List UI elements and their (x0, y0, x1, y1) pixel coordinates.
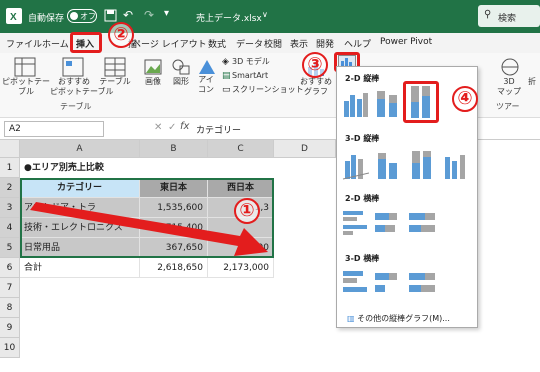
row-header[interactable]: 4 (0, 218, 20, 238)
tab-file[interactable]: ファイル (6, 37, 42, 50)
smartart-icon: ▤ (222, 71, 231, 81)
autosave-toggle[interactable]: オフ (67, 9, 97, 23)
tab-page-layout[interactable]: ページ レイアウト (132, 37, 207, 50)
excel-logo-icon: X (6, 8, 22, 24)
formula-input[interactable]: カテゴリー (196, 123, 241, 136)
tab-view[interactable]: 表示 (290, 37, 308, 50)
toggle-label: オフ (80, 12, 96, 21)
section-2d-column: 2-D 縦棒 (345, 74, 380, 83)
recommended-pivot-icon (62, 57, 84, 77)
table-button[interactable]: テーブル (98, 77, 132, 87)
3d-clustered-bar-icon[interactable] (341, 267, 369, 301)
screenshot-icon: ▭ (222, 85, 231, 95)
svg-text:X: X (10, 12, 17, 23)
recommended-chart-button[interactable]: おすすめ グラフ (298, 77, 334, 97)
3d-column-icon[interactable] (441, 147, 469, 181)
column-header-c[interactable]: C (208, 140, 274, 158)
tab-review[interactable]: 校閲 (264, 37, 282, 50)
table-cell[interactable]: 2,173,000 (208, 258, 274, 278)
3d-stacked-column-icon[interactable] (373, 147, 401, 181)
image-button[interactable]: 画像 (138, 77, 168, 87)
percent-stacked-column-option[interactable] (403, 81, 439, 123)
tab-developer[interactable]: 開発 (316, 37, 334, 50)
3d-stacked-bar-icon[interactable] (373, 267, 401, 301)
enter-icon[interactable]: ✓ (168, 122, 176, 133)
table-cell[interactable]: 2,618,650 (140, 258, 208, 278)
row-header[interactable]: 6 (0, 258, 20, 278)
title-bar: X 自動保存 オフ ↶ ↷ ▾ 売上データ.xlsx ∨ ⚲ 検索 (0, 0, 540, 33)
recommended-pivot-button[interactable]: おすすめ ピボットテーブル (50, 77, 114, 97)
image-icon (144, 59, 162, 75)
table-cell[interactable]: 合計 (20, 258, 140, 278)
name-box[interactable]: A2 (4, 121, 104, 137)
column-header-d[interactable]: D (274, 140, 336, 158)
3d-percent-stacked-bar-icon[interactable] (407, 267, 435, 301)
table-icon (104, 57, 126, 77)
row-header[interactable]: 9 (0, 318, 20, 338)
group-tour-label: ツアー (496, 102, 520, 111)
autosave-label: 自動保存 (28, 14, 65, 24)
stacked-bar-icon[interactable] (373, 207, 401, 241)
search-icon: ⚲ (484, 9, 492, 20)
tab-help[interactable]: ヘルプ (344, 37, 371, 50)
cancel-icon[interactable]: ✕ (154, 122, 162, 133)
tab-formulas[interactable]: 数式 (208, 37, 226, 50)
more-charts-label: その他の縦棒グラフ(M)... (357, 314, 450, 323)
percent-stacked-column-icon (411, 86, 430, 118)
screenshot-button[interactable]: スクリーンショット (232, 85, 304, 95)
step-badge-3: ③ (302, 52, 328, 78)
smartart-button[interactable]: SmartArt (232, 71, 268, 81)
chart-small-icon: ▥ (347, 314, 358, 323)
section-3d-column: 3-D 縦棒 (345, 134, 380, 143)
undo-icon[interactable]: ↶ (123, 8, 133, 22)
pivot-table-button[interactable]: ピボットテー ブル (2, 77, 50, 97)
cube-icon: ◈ (222, 57, 229, 67)
stacked-column-icon[interactable] (373, 85, 401, 119)
section-2d-bar: 2-D 横棒 (345, 194, 380, 203)
search-box[interactable]: ⚲ 検索 (478, 5, 540, 27)
row-header[interactable]: 10 (0, 338, 20, 358)
group-table-label: テーブル (60, 102, 92, 111)
row-header[interactable]: 8 (0, 298, 20, 318)
step-badge-4: ④ (452, 86, 478, 112)
clustered-column-icon[interactable] (341, 85, 369, 119)
3d-clustered-column-icon[interactable] (341, 147, 369, 181)
tab-power-pivot[interactable]: Power Pivot (380, 37, 432, 47)
shape-button[interactable]: 図形 (166, 77, 196, 87)
map-icon (501, 58, 519, 76)
model3d-button[interactable]: 3D モデル (232, 57, 270, 67)
select-all-corner[interactable] (0, 140, 20, 158)
row-header[interactable]: 3 (0, 198, 20, 218)
search-label: 検索 (498, 14, 517, 24)
3d-map-button[interactable]: 3D マップ (494, 77, 524, 97)
tab-home[interactable]: ホーム (42, 37, 69, 50)
row-header[interactable]: 2 (0, 178, 20, 198)
save-icon[interactable] (104, 9, 117, 22)
more-column-charts-link[interactable]: ▥ その他の縦棒グラフ(M)... (347, 313, 450, 324)
icons-button[interactable]: アイ コン (194, 75, 218, 95)
fx-icon[interactable]: fx (180, 121, 189, 132)
icons-icon (199, 60, 215, 74)
shape-icon (172, 59, 190, 75)
chevron-down-icon[interactable]: ∨ (262, 10, 268, 19)
column-header-a[interactable]: A (20, 140, 140, 158)
column-header-b[interactable]: B (140, 140, 208, 158)
redo-icon[interactable]: ↷ (144, 8, 154, 22)
percent-stacked-bar-icon[interactable] (407, 207, 435, 241)
sheet-title[interactable]: ●エリア別売上比較 (20, 158, 220, 178)
step-badge-2: ② (108, 22, 134, 48)
3d-percent-stacked-column-icon[interactable] (407, 147, 435, 181)
file-name: 売上データ.xlsx (196, 14, 262, 24)
pivot-table-icon (14, 57, 36, 77)
section-3d-bar: 3-D 横棒 (345, 254, 380, 263)
sparkline-button[interactable]: 折 (528, 77, 536, 87)
customize-icon[interactable]: ▾ (164, 8, 169, 19)
row-header[interactable]: 7 (0, 278, 20, 298)
clustered-bar-icon[interactable] (341, 207, 369, 241)
step-badge-1: ① (234, 198, 260, 224)
row-header[interactable]: 1 (0, 158, 20, 178)
row-header[interactable]: 5 (0, 238, 20, 258)
insert-tab-highlight (70, 32, 102, 53)
tab-data[interactable]: データ (236, 37, 263, 50)
